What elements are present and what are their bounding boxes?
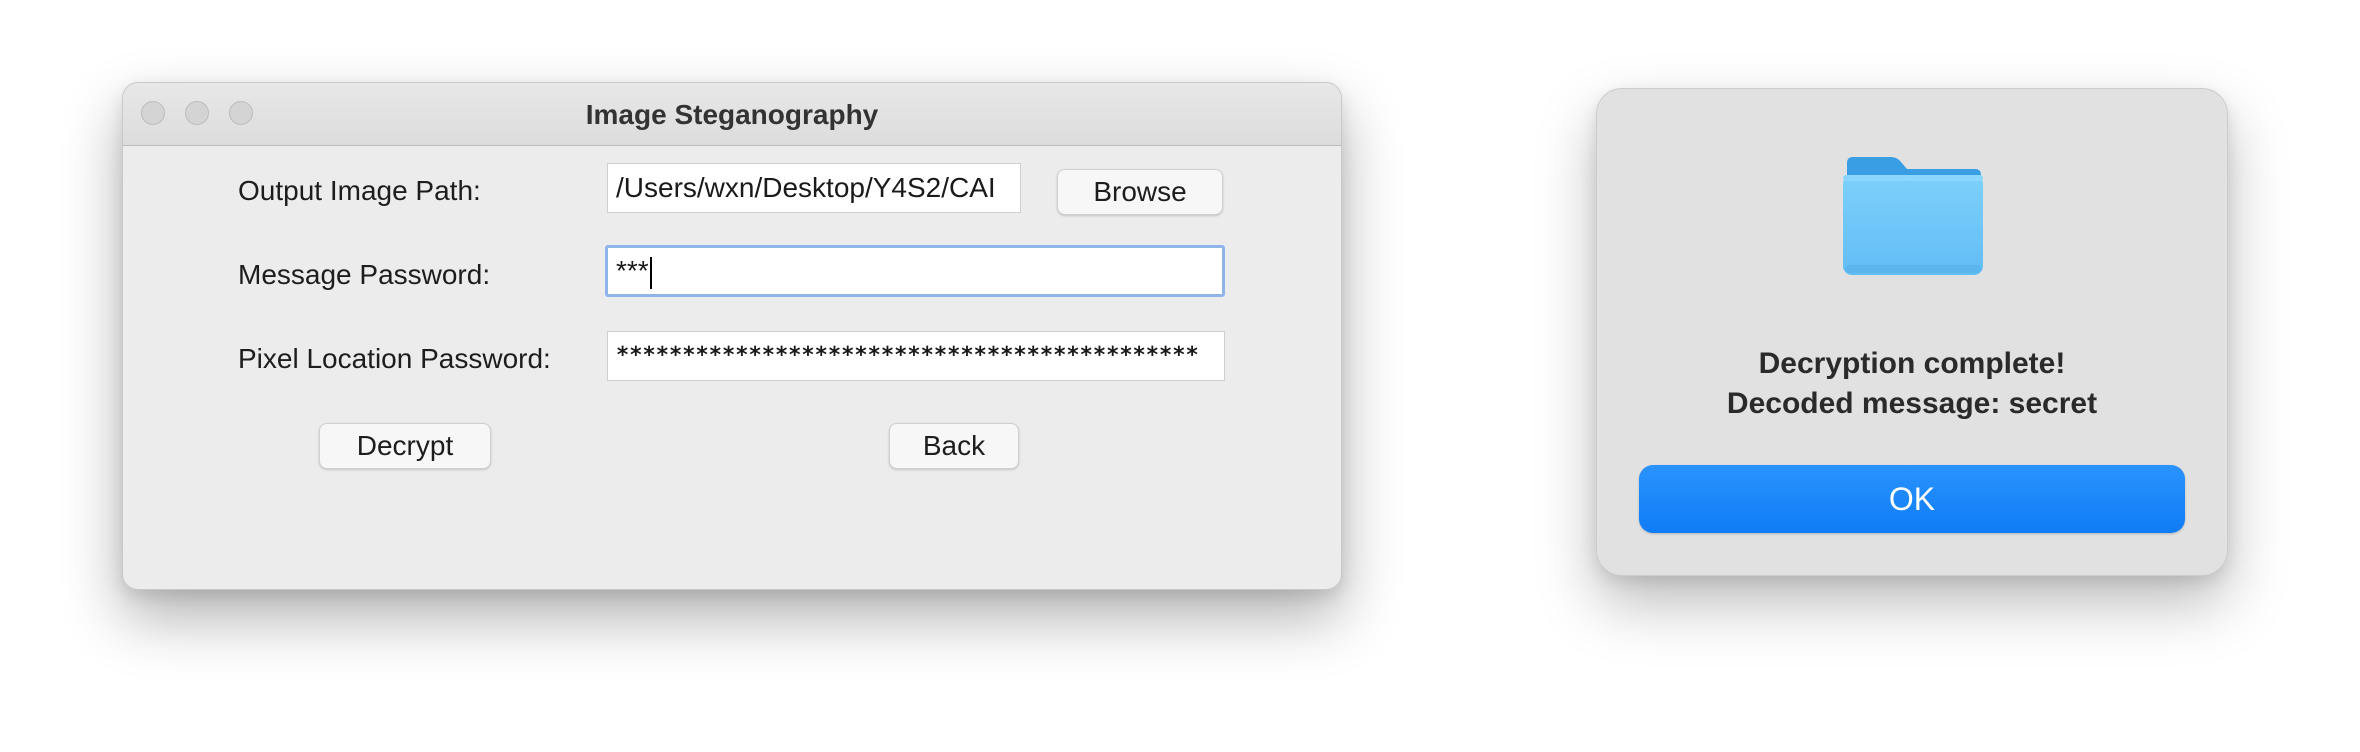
title-bar[interactable]: Image Steganography (123, 83, 1341, 146)
output-image-path-input[interactable]: /Users/wxn/Desktop/Y4S2/CAI (607, 163, 1021, 213)
browse-button[interactable]: Browse (1057, 169, 1223, 215)
main-window: Image Steganography Output Image Path: /… (122, 82, 1342, 590)
pixel-location-password-label: Pixel Location Password: (238, 343, 551, 374)
message-password-input[interactable]: *** (605, 245, 1225, 297)
output-image-path-value: /Users/wxn/Desktop/Y4S2/CAI (616, 172, 996, 203)
text-caret (649, 256, 652, 289)
decryption-alert-dialog: Decryption complete! Decoded message: se… (1596, 88, 2228, 576)
ok-button[interactable]: OK (1639, 465, 2185, 533)
message-password-value: *** (616, 255, 649, 286)
output-image-path-label: Output Image Path: (238, 175, 481, 206)
alert-message-line-2: Decoded message: secret (1726, 387, 2098, 420)
window-title: Image Steganography (585, 99, 879, 130)
alert-message-line-1: Decryption complete! (1758, 347, 2066, 380)
message-password-label: Message Password: (238, 259, 491, 290)
pixel-location-password-input[interactable]: ****************************************… (607, 331, 1225, 381)
pixel-location-password-value: ****************************************… (616, 343, 1199, 368)
back-button[interactable]: Back (889, 423, 1019, 469)
decrypt-button[interactable]: Decrypt (319, 423, 491, 469)
folder-icon (1843, 157, 1983, 275)
